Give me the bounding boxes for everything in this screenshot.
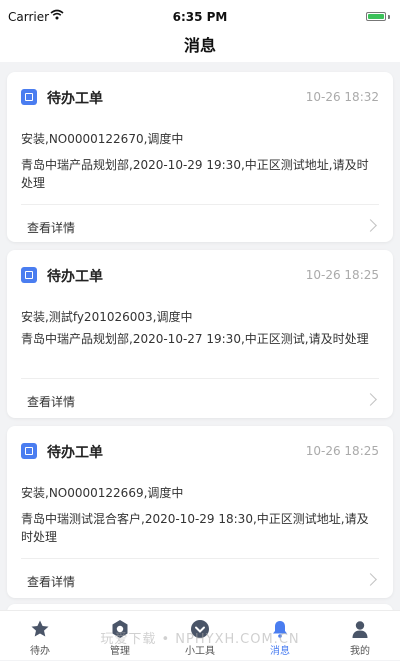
view-detail-label: 查看详情 [27,395,76,409]
view-detail-button[interactable]: 查看详情 [21,378,379,417]
card-detail-text: 青岛中瑞产品规划部,2020-10-29 19:30,中正区测试地址,请及时处理 [21,158,369,190]
message-card[interactable]: 待办工单 10-26 18:32 安装,NO0000122670,调度中 青岛中… [7,72,393,242]
card-detail-text: 青岛中瑞产品规划部,2020-10-27 19:30,中正区测试,请及时处理 [21,332,369,346]
card-detail-text: 青岛中瑞测试混合客户,2020-10-29 18:30,中正区测试地址,请及时处… [21,512,369,544]
message-card[interactable]: 待办工单 10-26 18:25 安装,测試fy201026003,调度中 青岛… [7,250,393,418]
card-time: 10-26 18:25 [305,268,379,282]
tab-profile[interactable]: 我的 [320,611,400,661]
tab-label: 待办 [30,646,50,657]
chevron-right-icon [364,573,377,586]
chevron-right-icon [364,219,377,232]
card-title: 待办工单 [47,91,103,107]
card-summary: 安装,NO0000122670,调度中 [21,132,184,146]
view-detail-button[interactable]: 查看详情 [21,558,379,597]
view-detail-button[interactable]: 查看详情 [21,204,379,243]
star-icon [31,620,49,637]
tab-label: 我的 [350,646,370,657]
tab-label: 小工具 [185,646,215,657]
chevron-right-icon [364,393,377,406]
tab-label: 管理 [110,646,130,657]
page-title: 消息 [183,36,216,55]
card-header: 待办工单 10-26 18:25 [7,250,393,296]
chevron-circle-icon [191,620,209,638]
tab-tools[interactable]: 小工具 [160,611,240,661]
status-time: 6:35 PM [172,10,228,24]
settings-icon [112,620,128,638]
card-summary: 安装,测試fy201026003,调度中 [21,310,193,324]
battery-icon [366,12,386,21]
battery-cap [388,15,390,19]
card-header: 待办工单 10-26 18:25 [7,426,393,472]
card-time: 10-26 18:32 [305,90,379,104]
battery-fill [368,14,384,19]
tab-todo[interactable]: 待办 [0,611,80,661]
bell-icon [273,621,287,638]
tab-manage[interactable]: 管理 [80,611,160,661]
message-list[interactable]: 待办工单 10-26 18:32 安装,NO0000122670,调度中 青岛中… [0,62,400,610]
document-icon [21,443,37,459]
document-icon [21,89,37,105]
view-detail-label: 查看详情 [27,575,76,589]
card-title: 待办工单 [47,445,103,461]
card-time: 10-26 18:25 [305,444,379,458]
status-bar: Carrier 6:35 PM [0,0,400,34]
tab-bar: 待办 管理 小工具 消息 我的 [0,610,400,660]
nav-bar: 消息 [0,34,400,62]
message-card[interactable]: 待办工单 10-26 18:25 安装,NO0000122669,调度中 青岛中… [7,426,393,598]
tab-label: 消息 [270,646,290,657]
person-icon [352,621,368,638]
document-icon [21,267,37,283]
card-title: 待办工单 [47,269,103,285]
card-summary: 安装,NO0000122669,调度中 [21,486,184,500]
tab-messages[interactable]: 消息 [240,611,320,661]
view-detail-label: 查看详情 [27,221,76,235]
card-header: 待办工单 10-26 18:32 [7,72,393,118]
